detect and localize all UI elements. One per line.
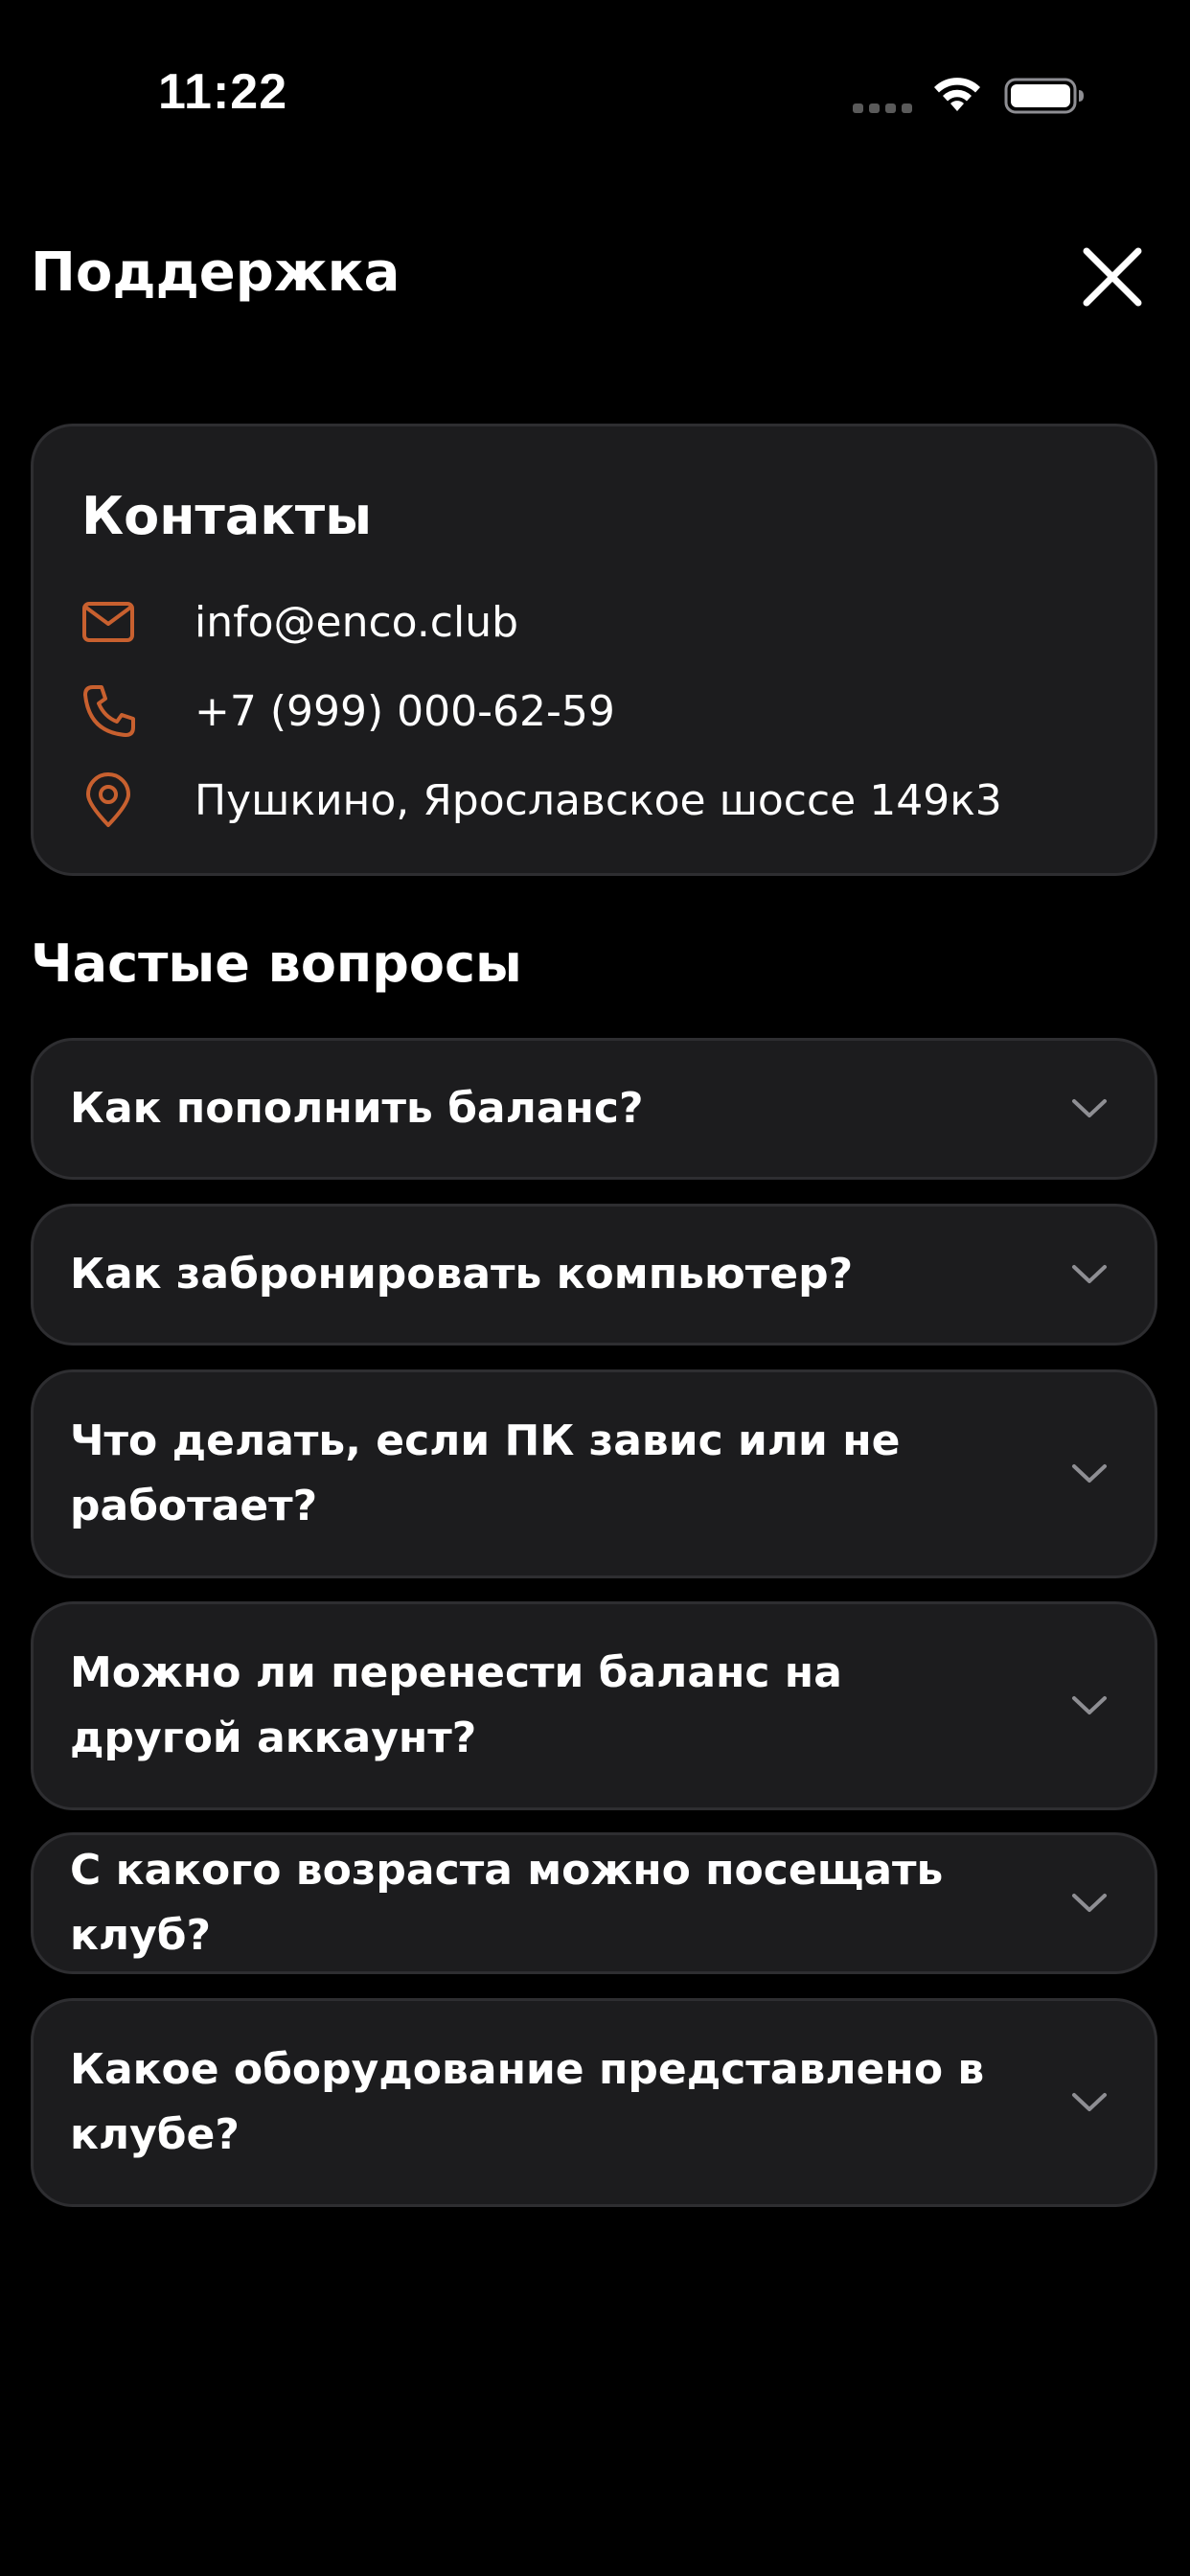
faq-item[interactable]: Какое оборудование представлено в клубе? bbox=[31, 1998, 1157, 2207]
phone-icon bbox=[83, 685, 135, 737]
status-time: 11:22 bbox=[158, 64, 288, 120]
cellular-signal-icon bbox=[853, 104, 912, 113]
chevron-down-icon bbox=[1072, 1894, 1107, 1912]
header: Поддержка bbox=[0, 230, 1190, 326]
close-button[interactable] bbox=[1078, 242, 1147, 311]
contact-address-text: Пушкино, Ярославское шоссе 149к3 bbox=[195, 776, 1002, 825]
battery-icon bbox=[1004, 78, 1084, 114]
faq-question: Можно ли перенести баланс на другой акка… bbox=[70, 1648, 842, 1762]
wifi-icon bbox=[934, 78, 980, 111]
contact-email[interactable]: info@enco.club bbox=[80, 582, 1114, 658]
contact-phone-text: +7 (999) 000-62-59 bbox=[195, 687, 615, 736]
contacts-title: Контакты bbox=[81, 486, 373, 546]
faq-question: Какое оборудование представлено в клубе? bbox=[70, 2045, 985, 2159]
chevron-down-icon bbox=[1072, 1265, 1107, 1283]
chevron-down-icon bbox=[1072, 1464, 1107, 1483]
status-bar: 11:22 bbox=[0, 0, 1190, 144]
contact-phone[interactable]: +7 (999) 000-62-59 bbox=[80, 671, 1114, 748]
chevron-down-icon bbox=[1072, 2093, 1107, 2111]
faq-item[interactable]: Можно ли перенести баланс на другой акка… bbox=[31, 1601, 1157, 1810]
faq-question: С какого возраста можно посещать клуб? bbox=[70, 1846, 944, 1960]
faq-item[interactable]: Как пополнить баланс? bbox=[31, 1038, 1157, 1180]
mail-icon bbox=[82, 602, 134, 642]
faq-item[interactable]: Что делать, если ПК завис или не работае… bbox=[31, 1369, 1157, 1578]
contacts-card: Контакты info@enco.club +7 (999) 000-62-… bbox=[31, 424, 1157, 876]
contact-email-text: info@enco.club bbox=[195, 598, 519, 647]
faq-item[interactable]: С какого возраста можно посещать клуб? bbox=[31, 1832, 1157, 1974]
faq-question: Что делать, если ПК завис или не работае… bbox=[70, 1416, 901, 1530]
location-pin-icon bbox=[86, 772, 130, 827]
faq-item[interactable]: Как забронировать компьютер? bbox=[31, 1204, 1157, 1346]
faq-title: Частые вопросы bbox=[31, 933, 522, 994]
page-title: Поддержка bbox=[31, 242, 400, 304]
close-icon bbox=[1083, 247, 1142, 307]
faq-question: Как пополнить баланс? bbox=[70, 1084, 644, 1133]
chevron-down-icon bbox=[1072, 1696, 1107, 1714]
faq-question: Как забронировать компьютер? bbox=[70, 1250, 854, 1299]
contact-address[interactable]: Пушкино, Ярославское шоссе 149к3 bbox=[80, 760, 1114, 837]
chevron-down-icon bbox=[1072, 1099, 1107, 1117]
